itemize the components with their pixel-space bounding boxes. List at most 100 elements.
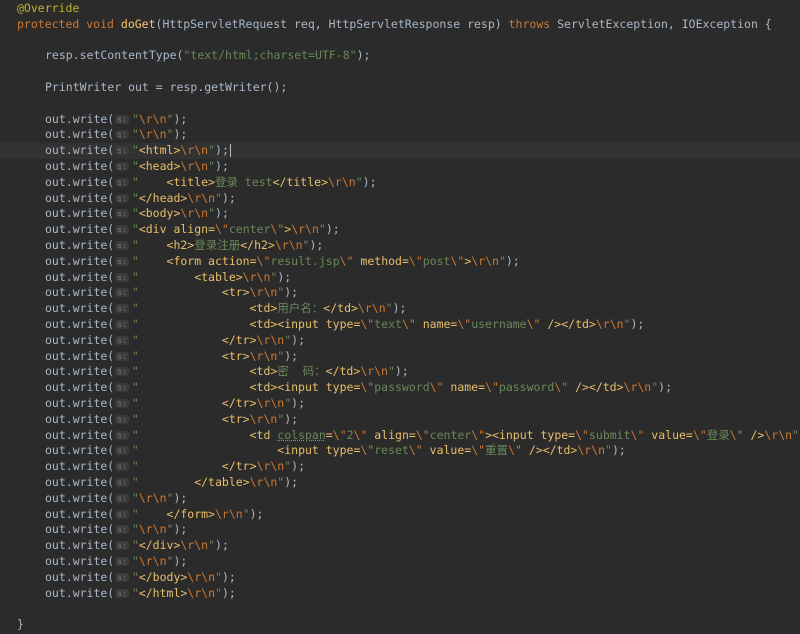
code-line[interactable]: PrintWriter out = resp.getWriter(); bbox=[0, 80, 800, 96]
code-token: " bbox=[131, 332, 222, 347]
code-line[interactable] bbox=[0, 64, 800, 80]
code-line[interactable]: out.write(s: " <table>\r\n"); bbox=[0, 270, 800, 286]
code-line[interactable]: out.write(s: " <tr>\r\n"); bbox=[0, 349, 800, 365]
code-token: \r\n bbox=[764, 427, 793, 442]
code-editor[interactable]: @Override protected void doGet(HttpServle… bbox=[0, 0, 800, 634]
code-token: protected bbox=[17, 16, 80, 31]
code-token: " bbox=[792, 427, 799, 442]
code-token: \" bbox=[270, 222, 285, 237]
code-line[interactable]: out.write(s: " <td>用户名：</td>\r\n"); bbox=[0, 301, 800, 317]
code-line[interactable]: out.write(s: " </tr>\r\n"); bbox=[0, 333, 800, 349]
code-line[interactable]: } bbox=[0, 617, 800, 633]
code-token: <td> bbox=[249, 301, 278, 316]
code-line[interactable]: out.write(s: "</div>\r\n"); bbox=[0, 538, 800, 554]
code-token: 密 码： bbox=[277, 364, 326, 379]
code-token: " bbox=[131, 475, 195, 489]
code-token: \r\n bbox=[138, 490, 167, 505]
code-token: " bbox=[131, 427, 250, 442]
code-line[interactable]: out.write(s: " <tr>\r\n"); bbox=[0, 412, 800, 428]
code-token: " bbox=[131, 127, 139, 142]
code-line[interactable] bbox=[0, 96, 800, 112]
code-token: " bbox=[385, 301, 393, 316]
code-token: resp.setContentType( bbox=[45, 48, 184, 63]
code-token: out.write( bbox=[45, 380, 115, 395]
parameter-hint: s: bbox=[115, 430, 129, 440]
code-token: \" bbox=[450, 253, 465, 268]
parameter-hint: s: bbox=[115, 225, 129, 235]
code-line[interactable]: out.write(s: " <tr>\r\n"); bbox=[0, 285, 800, 301]
code-token: out.write( bbox=[45, 253, 115, 268]
code-token: " bbox=[215, 190, 222, 205]
code-line[interactable]: out.write(s: "<head>\r\n"); bbox=[0, 159, 800, 175]
code-token: ); bbox=[394, 364, 409, 379]
code-line[interactable]: out.write(s: "\r\n"); bbox=[0, 127, 800, 143]
code-token: out.write( bbox=[45, 411, 115, 426]
code-token: " bbox=[131, 269, 195, 284]
code-token: out.write( bbox=[45, 475, 115, 489]
code-token: result.jsp bbox=[270, 253, 340, 268]
code-token: " bbox=[131, 143, 139, 158]
code-line[interactable]: out.write(s: " <form action=\"result.jsp\… bbox=[0, 254, 800, 270]
code-token: ); bbox=[221, 569, 236, 584]
code-token: out.write( bbox=[45, 396, 115, 410]
code-line[interactable]: out.write(s: "<div align=\"center\">\r\n"… bbox=[0, 222, 800, 238]
code-line[interactable]: out.write(s: " </tr>\r\n"); bbox=[0, 396, 800, 412]
code-line[interactable]: out.write(s: " <td><input type=\"text\" n… bbox=[0, 317, 800, 333]
code-token: ); bbox=[658, 380, 673, 395]
code-line[interactable]: out.write(s: " </table>\r\n"); bbox=[0, 475, 800, 491]
code-token: "text/html;charset=UTF-8" bbox=[183, 48, 357, 63]
code-token: ); bbox=[325, 222, 340, 237]
code-line[interactable]: out.write(s: "\r\n"); bbox=[0, 522, 800, 538]
code-line[interactable]: out.write(s: " <td>密 码：</td>\r\n"); bbox=[0, 364, 800, 380]
code-token: ); bbox=[611, 443, 626, 458]
code-token: \r\n bbox=[256, 396, 285, 410]
code-token: " bbox=[208, 206, 216, 221]
code-token: out.write( bbox=[45, 506, 115, 521]
code-token: </tr> bbox=[221, 332, 257, 347]
code-token: \" bbox=[575, 427, 589, 442]
code-token: \r\n bbox=[180, 143, 209, 158]
code-token: \r\n bbox=[623, 380, 652, 395]
code-token: \" bbox=[332, 427, 347, 442]
code-token: out.write( bbox=[45, 538, 115, 553]
code-token: " bbox=[242, 506, 250, 521]
code-line[interactable]: resp.setContentType("text/html;charset=U… bbox=[0, 48, 800, 64]
code-line[interactable]: out.write(s: " <title>登录 test</title>\r\n… bbox=[0, 175, 800, 191]
code-token: " bbox=[318, 222, 326, 237]
code-token: \" bbox=[256, 253, 271, 268]
code-line[interactable]: out.write(s: " <td><input type=\"password… bbox=[0, 380, 800, 396]
code-line[interactable]: out.write(s: "<body>\r\n"); bbox=[0, 206, 800, 222]
parameter-hint: s: bbox=[115, 572, 129, 582]
code-line[interactable]: out.write(s: " <h2>登录注册</h2>\r\n"); bbox=[0, 238, 800, 254]
code-line[interactable]: out.write(s: "</body>\r\n"); bbox=[0, 570, 800, 586]
code-token: " bbox=[131, 585, 139, 600]
parameter-hint: s: bbox=[115, 288, 129, 298]
parameter-hint: s: bbox=[115, 462, 129, 472]
code-line[interactable]: out.write(s: "<html>\r\n"); bbox=[0, 143, 800, 159]
code-line[interactable]: out.write(s: " <td colspan=\"2\" align=\"… bbox=[0, 428, 800, 444]
code-line[interactable]: @Override bbox=[0, 1, 800, 17]
code-token: <h2> bbox=[166, 238, 195, 252]
code-token: ); bbox=[284, 475, 299, 489]
code-line[interactable]: out.write(s: "\r\n"); bbox=[0, 554, 800, 570]
code-token: name= bbox=[443, 380, 486, 395]
code-token: ); bbox=[277, 269, 292, 284]
code-line[interactable]: out.write(s: "\r\n"); bbox=[0, 491, 800, 507]
code-token: \" bbox=[408, 443, 423, 458]
code-line[interactable]: protected void doGet(HttpServletRequest … bbox=[0, 17, 800, 33]
code-line[interactable] bbox=[0, 33, 800, 49]
code-token: \r\n bbox=[187, 569, 215, 584]
code-line[interactable]: out.write(s: " </form>\r\n"); bbox=[0, 507, 800, 523]
code-line[interactable]: out.write(s: "\r\n"); bbox=[0, 112, 800, 128]
code-token: " bbox=[131, 364, 250, 379]
code-line[interactable]: out.write(s: " <input type=\"reset\" valu… bbox=[0, 443, 800, 459]
code-token: " bbox=[131, 348, 222, 363]
code-token: " bbox=[208, 143, 216, 158]
code-token: method= bbox=[353, 253, 409, 268]
code-line[interactable] bbox=[0, 601, 800, 617]
code-line[interactable]: out.write(s: "</html>\r\n"); bbox=[0, 586, 800, 602]
code-token: </tr> bbox=[221, 459, 257, 474]
code-line[interactable]: out.write(s: "</head>\r\n"); bbox=[0, 191, 800, 207]
code-line[interactable]: out.write(s: " </tr>\r\n"); bbox=[0, 459, 800, 475]
code-token: 登录 bbox=[706, 427, 730, 442]
